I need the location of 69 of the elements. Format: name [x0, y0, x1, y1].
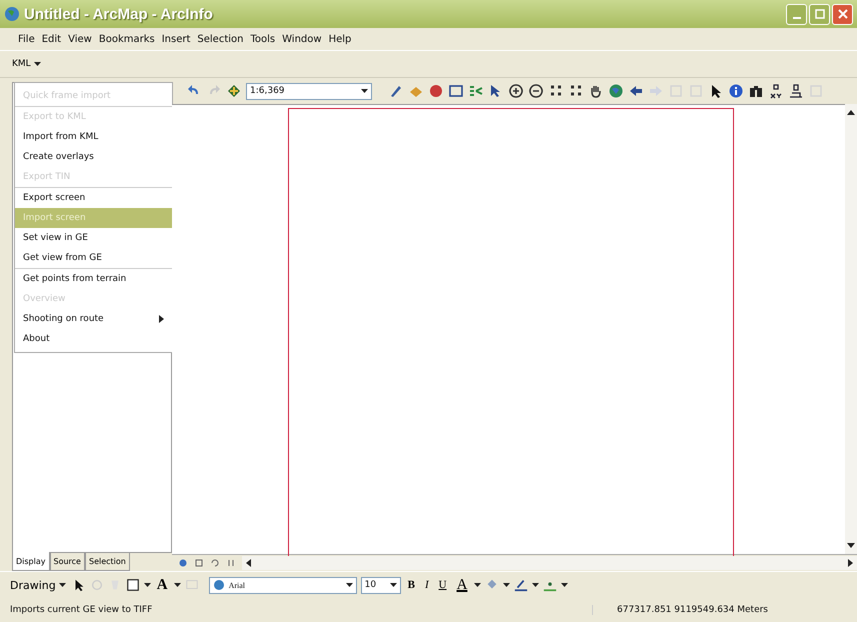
caret-icon[interactable] — [561, 582, 568, 588]
caret-icon[interactable] — [174, 582, 181, 588]
close-icon — [838, 9, 848, 19]
caret-icon — [346, 582, 353, 588]
scroll-up-icon — [847, 110, 855, 115]
refresh-icon[interactable] — [210, 558, 220, 568]
menu-item[interactable]: Bookmarks — [98, 34, 155, 44]
rectangle-icon[interactable] — [126, 578, 140, 592]
kml-menu-button[interactable]: KML — [8, 57, 45, 71]
globe-icon — [4, 6, 20, 22]
horizontal-scrollbar[interactable] — [242, 556, 857, 570]
menu-item[interactable]: Window — [282, 34, 322, 44]
caret-icon[interactable] — [474, 582, 482, 588]
add-data-icon[interactable] — [226, 83, 242, 99]
minimize-icon — [792, 17, 800, 19]
font-dropdown[interactable]: Arial — [208, 576, 357, 594]
globe-icon[interactable] — [608, 83, 624, 99]
panel-tab[interactable]: Source — [50, 553, 85, 571]
font-color-button[interactable]: A — [454, 576, 470, 594]
menu-item[interactable]: Insert — [162, 34, 190, 44]
close-button[interactable] — [832, 4, 853, 24]
vertical-scrollbar[interactable] — [845, 104, 857, 554]
caret-icon — [390, 582, 397, 588]
xy-icon[interactable] — [768, 83, 784, 99]
panel-tab[interactable]: Selection — [84, 553, 130, 571]
scale-dropdown[interactable]: 1:6,369 — [246, 82, 372, 100]
scroll-down-icon — [847, 543, 855, 548]
menu-item[interactable]: Set view in GE — [15, 228, 172, 248]
zoom-out-icon[interactable] — [528, 83, 544, 99]
pause-icon[interactable] — [226, 558, 236, 568]
binoculars-icon[interactable] — [748, 83, 764, 99]
zoom-in-icon[interactable] — [508, 83, 524, 99]
menu-item[interactable]: Shooting on route — [15, 309, 172, 329]
menu-item[interactable]: Create overlays — [15, 147, 172, 167]
caret-icon — [58, 582, 66, 588]
status-message: Imports current GE view to TIFF — [10, 605, 152, 615]
italic-button[interactable]: I — [422, 579, 432, 591]
menu-item[interactable]: Import from KML — [15, 127, 172, 147]
text-tool-button[interactable]: A — [154, 576, 170, 594]
caret-icon[interactable] — [503, 582, 510, 588]
menu-item[interactable]: Selection — [197, 34, 244, 44]
back-arrow-icon[interactable] — [628, 83, 644, 99]
coordinates-readout: 677317.851 9119549.634 Meters — [592, 605, 857, 615]
drawing-menu-button[interactable]: Drawing — [8, 578, 68, 592]
font-size-dropdown[interactable]: 10 — [360, 576, 401, 594]
panel-tab[interactable]: Display — [12, 552, 50, 571]
menu-item[interactable]: Edit — [42, 34, 62, 44]
menu-item[interactable]: File — [18, 34, 35, 44]
underline-button[interactable]: U — [436, 579, 450, 591]
bold-button[interactable]: B — [404, 579, 418, 591]
menu-item[interactable]: View — [68, 34, 92, 44]
scroll-right-icon — [848, 559, 853, 567]
editor-icon[interactable] — [388, 83, 404, 99]
caret-icon — [34, 62, 41, 66]
menu-item[interactable]: Get points from terrain — [15, 269, 172, 289]
menu-item[interactable]: Help — [328, 34, 352, 44]
scroll-left-icon — [246, 559, 251, 567]
menu-item[interactable]: Export screen — [15, 188, 172, 208]
menu-item[interactable]: About — [15, 329, 172, 349]
window-icon[interactable] — [448, 83, 464, 99]
caret-icon[interactable] — [532, 582, 540, 588]
info-icon[interactable] — [728, 83, 744, 99]
maximize-icon — [814, 9, 824, 19]
submenu-arrow-icon — [159, 315, 164, 323]
menu-item[interactable]: Tools — [250, 34, 276, 44]
caret-icon — [361, 88, 368, 94]
data-view-icon[interactable] — [178, 558, 188, 568]
caret-icon[interactable] — [144, 582, 151, 588]
window-title: Untitled - ArcMap - ArcInfo — [24, 6, 213, 22]
